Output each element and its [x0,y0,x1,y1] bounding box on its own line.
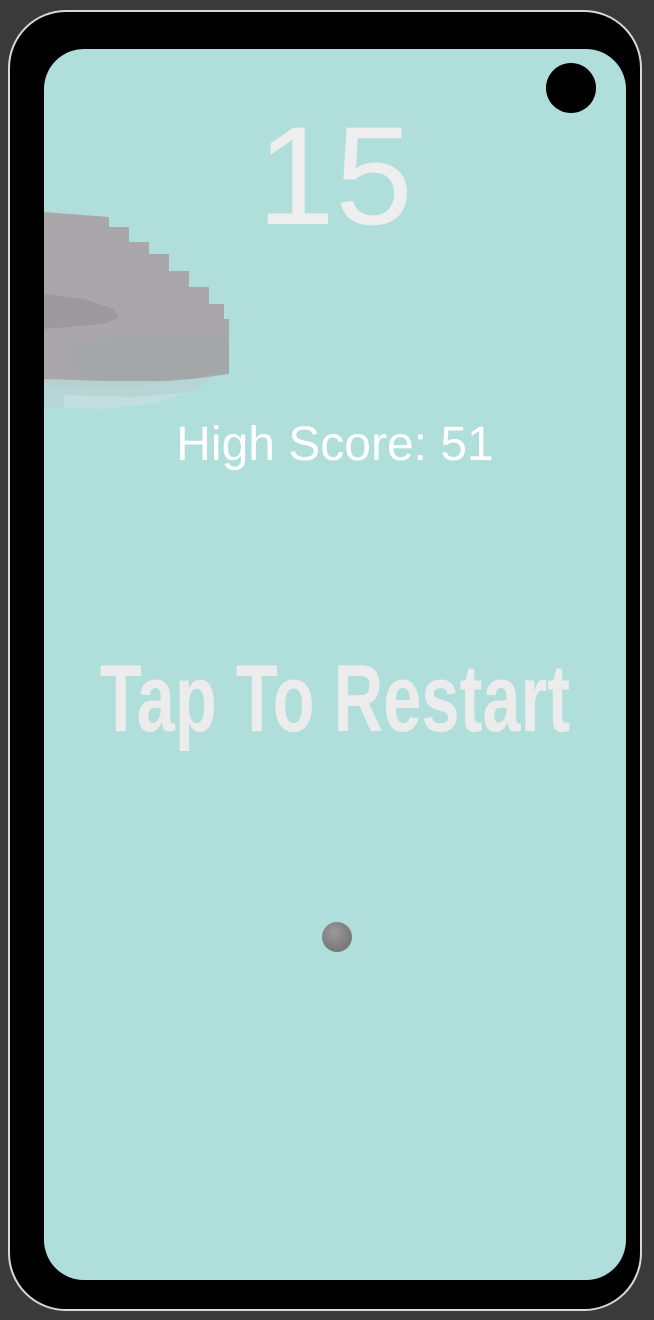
phone-frame: 15 High Score: 51 Tap To Restart [8,10,642,1311]
high-score-label: High Score: 51 [176,418,494,471]
tap-to-restart-button[interactable]: Tap To Restart [79,637,591,759]
ball [322,922,352,952]
game-screen[interactable]: 15 High Score: 51 Tap To Restart [44,49,626,1280]
current-score: 15 [257,97,413,254]
